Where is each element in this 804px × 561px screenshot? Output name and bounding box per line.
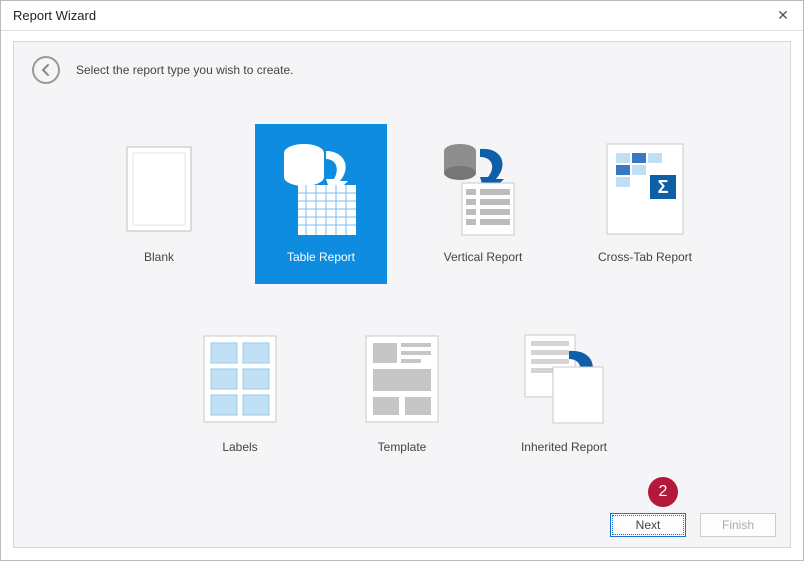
tile-label: Inherited Report [521, 440, 607, 454]
titlebar: Report Wizard ✕ [1, 1, 803, 31]
tile-label: Table Report [287, 250, 355, 264]
next-button[interactable]: Next [610, 513, 686, 537]
finish-button: Finish [700, 513, 776, 537]
tile-blank[interactable]: Blank [93, 124, 225, 284]
back-button[interactable] [32, 56, 60, 84]
tile-label: Vertical Report [444, 250, 523, 264]
gallery-row-1: Blank [44, 124, 760, 284]
step-marker: 2 [648, 477, 678, 507]
tile-labels[interactable]: Labels [174, 314, 306, 474]
blank-page-icon [114, 134, 204, 244]
report-type-gallery: Blank [14, 94, 790, 514]
wizard-body: Select the report type you wish to creat… [13, 41, 791, 548]
tile-template[interactable]: Template [336, 314, 468, 474]
wizard-window: Report Wizard ✕ Select the report type y… [0, 0, 804, 561]
labels-icon [195, 324, 285, 434]
crosstab-icon: Σ [600, 134, 690, 244]
gallery-row-2: Labels [44, 314, 760, 474]
tile-label: Blank [144, 250, 174, 264]
tile-inherited-report[interactable]: Inherited Report [498, 314, 630, 474]
window-title: Report Wizard [13, 8, 96, 23]
tile-vertical-report[interactable]: Vertical Report [417, 124, 549, 284]
vertical-report-icon [438, 134, 528, 244]
tile-label: Cross-Tab Report [598, 250, 692, 264]
inherited-report-icon [519, 324, 609, 434]
template-icon [357, 324, 447, 434]
svg-text:Σ: Σ [658, 177, 669, 197]
close-icon[interactable]: ✕ [773, 7, 793, 24]
header-row: Select the report type you wish to creat… [14, 42, 790, 94]
step-marker-label: 2 [659, 483, 668, 501]
tile-table-report[interactable]: Table Report [255, 124, 387, 284]
footer-buttons: Next Finish [610, 513, 776, 537]
arrow-left-icon [39, 63, 53, 77]
table-report-icon [276, 134, 366, 244]
instruction-text: Select the report type you wish to creat… [76, 63, 293, 77]
tile-label: Labels [222, 440, 257, 454]
tile-crosstab-report[interactable]: Σ Cross-Tab Report [579, 124, 711, 284]
tile-label: Template [378, 440, 427, 454]
